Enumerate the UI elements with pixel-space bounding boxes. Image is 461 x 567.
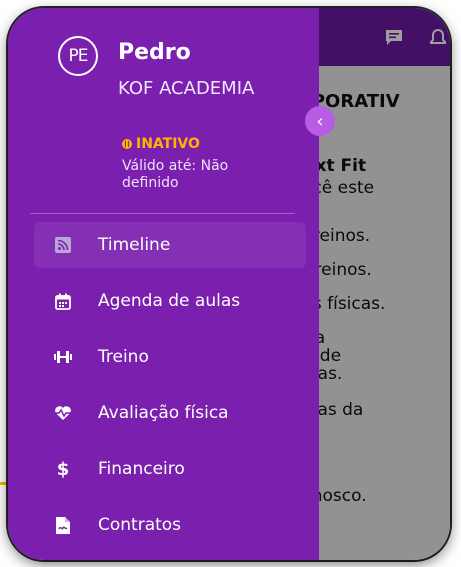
collapse-drawer-button[interactable]: ‹ [305, 106, 335, 136]
menu-item-label: Financeiro [98, 459, 185, 479]
status-badge: INATIVO [122, 136, 200, 152]
user-company: KOF ACADEMIA [118, 78, 255, 99]
heart-pulse-icon [52, 402, 74, 424]
pause-circle-icon [122, 139, 132, 149]
menu-item-financeiro[interactable]: $ Financeiro [34, 446, 306, 492]
calendar-icon [52, 290, 74, 312]
menu-item-label: Treino [98, 347, 149, 367]
menu-item-timeline[interactable]: Timeline [34, 222, 306, 268]
validity-text: Válido até: Não definido [122, 158, 229, 191]
menu-item-label: Avaliação física [98, 403, 229, 423]
navigation-drawer: PE Pedro KOF ACADEMIA INATIVO Válido até… [8, 8, 319, 560]
menu-item-contratos[interactable]: Contratos [34, 502, 306, 548]
menu-item-label: Contratos [98, 515, 182, 535]
menu-item-label: Agenda de aulas [98, 291, 241, 311]
chevron-left-icon: ‹ [316, 110, 324, 132]
menu-item-treino[interactable]: Treino [34, 334, 306, 380]
avatar[interactable]: PE [58, 36, 98, 76]
document-icon [52, 514, 74, 536]
menu-item-label: Timeline [98, 235, 171, 255]
dollar-icon: $ [56, 458, 70, 480]
rss-icon [52, 234, 74, 256]
status-label: INATIVO [136, 136, 200, 152]
phone-screen: RPORATIV ext Fit você este s treinos. e … [8, 8, 450, 560]
menu-item-agenda[interactable]: Agenda de aulas [34, 278, 306, 324]
menu-item-avaliacao[interactable]: Avaliação física [34, 390, 306, 436]
divider [30, 213, 295, 214]
user-name: Pedro [118, 40, 191, 65]
dumbbell-icon [52, 346, 74, 368]
